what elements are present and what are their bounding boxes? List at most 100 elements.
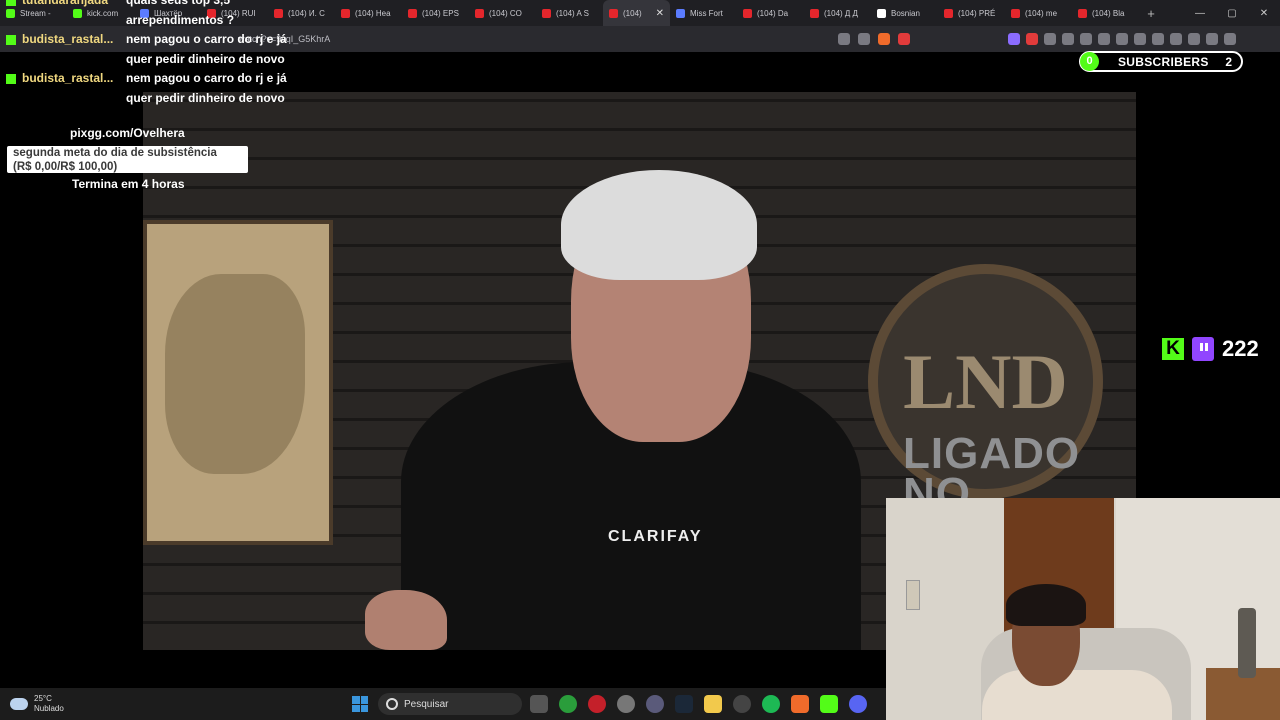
browser-tab[interactable]: (104) A S [536, 0, 603, 26]
chat-text: nem pagou o carro do rj e já quer pedir … [126, 32, 287, 66]
extension-icon[interactable] [1062, 33, 1074, 45]
minimize-button[interactable]: — [1184, 8, 1216, 19]
tab-title: (104) A S [556, 8, 589, 18]
speaker-hair [561, 170, 757, 280]
subscribers-dot: 0 [1080, 52, 1099, 71]
browser-tab[interactable]: (104) Д Д [804, 0, 871, 26]
youtube-icon [1011, 8, 1020, 18]
youtube-icon [609, 8, 618, 18]
window-close-button[interactable]: ✕ [1248, 8, 1280, 19]
opera-icon[interactable] [588, 695, 606, 713]
chat-message: tutandaranjada quais seus top 3,5 arrepe… [6, 0, 306, 30]
search-placeholder: Pesquisar [404, 698, 449, 710]
viewer-count-widget: K 222 [1162, 336, 1259, 362]
screenshot-icon[interactable] [1116, 33, 1128, 45]
share-icon[interactable] [858, 33, 870, 45]
menu-icon[interactable] [1224, 33, 1236, 45]
extension-icon[interactable] [1008, 33, 1020, 45]
weather-desc: Nublado [34, 704, 64, 713]
logo-monogram: LND [903, 337, 1068, 425]
chat-text: quais seus top 3,5 arrependimentos ? [126, 0, 235, 27]
new-tab-button[interactable]: + [1139, 6, 1163, 21]
generic-icon [676, 8, 685, 18]
browser-tab[interactable]: (104) Hea [335, 0, 402, 26]
streamer-torso [982, 670, 1172, 720]
chat-message: budista_rastal... nem pagou o carro do r… [6, 69, 306, 108]
tab-title: (104) me [1025, 8, 1058, 18]
search-icon [386, 698, 398, 710]
app-icon[interactable] [646, 695, 664, 713]
chat-overlay: tutandaranjada quais seus top 3,5 arrepe… [6, 0, 306, 108]
discord-icon[interactable] [849, 695, 867, 713]
browser-tab[interactable]: (104) CO [469, 0, 536, 26]
youtube-icon [408, 8, 417, 18]
subscribers-widget: 0 SUBSCRIBERS 2 [1079, 51, 1243, 72]
spotify-icon[interactable] [762, 695, 780, 713]
wallet-icon[interactable] [1170, 33, 1182, 45]
leo-ai-icon[interactable] [1188, 33, 1200, 45]
cloud-icon [10, 698, 28, 710]
brave-rewards-icon[interactable] [898, 33, 910, 45]
bottle [1238, 608, 1256, 678]
browser-tab[interactable]: (104) EPS [402, 0, 469, 26]
twitch-logo-icon [1192, 337, 1214, 361]
youtube-icon [944, 8, 953, 18]
kick-badge-icon [6, 0, 16, 6]
wall-map [143, 220, 333, 545]
brave-shields-icon[interactable] [878, 33, 890, 45]
weather-temp: 25°C [34, 694, 52, 703]
goal-ends-in: Termina em 4 horas [72, 177, 185, 191]
tab-title: (104) Hea [355, 8, 391, 18]
sidebar-icon[interactable] [1152, 33, 1164, 45]
tab-title: Miss Fort [690, 8, 723, 18]
streamer-hair [1006, 584, 1086, 626]
chrome-icon[interactable] [559, 695, 577, 713]
browser-tab[interactable]: (104) PRÉ [938, 0, 1005, 26]
windows-start-icon[interactable] [352, 696, 368, 712]
extension-icon[interactable] [1080, 33, 1092, 45]
weather-widget[interactable]: 25°C Nublado [10, 694, 64, 714]
tab-close-icon[interactable]: ✕ [656, 8, 664, 19]
youtube-icon [341, 8, 350, 18]
donation-link: pixgg.com/Ovelhera [70, 126, 185, 140]
youtube-icon [743, 8, 752, 18]
extension-icon[interactable] [1026, 33, 1038, 45]
webcam-feed [886, 498, 1280, 720]
app-icon[interactable] [733, 695, 751, 713]
extensions-puzzle-icon[interactable] [1098, 33, 1110, 45]
browser-tab[interactable]: Bosnian [871, 0, 938, 26]
tab-title: (104) Д Д [824, 8, 858, 18]
cast-icon[interactable] [838, 33, 850, 45]
chat-text: nem pagou o carro do rj e já quer pedir … [126, 71, 287, 105]
goal-box: segunda meta do dia de subsistência (R$ … [7, 146, 248, 173]
kick-badge-icon [6, 35, 16, 45]
steam-icon[interactable] [675, 695, 693, 713]
taskbar-apps [530, 695, 867, 713]
subscribers-label: SUBSCRIBERS [1118, 54, 1209, 69]
obs-icon[interactable] [617, 695, 635, 713]
tab-title: (104) [623, 8, 642, 18]
chat-username: budista_rastal... [22, 32, 114, 46]
browser-tab[interactable]: Miss Fort [670, 0, 737, 26]
goal-title: segunda meta do dia de subsistência [13, 147, 217, 159]
browser-tab[interactable]: (104) me [1005, 0, 1072, 26]
browser-tab[interactable]: (104) ✕ [603, 0, 670, 26]
maximize-button[interactable]: ▢ [1216, 8, 1248, 19]
tab-title: (104) Bla [1092, 8, 1125, 18]
kick-app-icon[interactable] [820, 695, 838, 713]
vpn-icon[interactable] [1206, 33, 1218, 45]
browser-tab[interactable]: (104) Da [737, 0, 804, 26]
media-icon[interactable] [1134, 33, 1146, 45]
wikipedia-icon [877, 8, 886, 18]
tab-title: (104) PRÉ [958, 8, 996, 18]
wall-outlet [906, 580, 920, 610]
subscribers-count: 2 [1225, 54, 1232, 69]
file-explorer-icon[interactable] [704, 695, 722, 713]
brave-icon[interactable] [791, 695, 809, 713]
browser-tab[interactable]: (104) Bla [1072, 0, 1139, 26]
task-view-icon[interactable] [530, 695, 548, 713]
youtube-icon [542, 8, 551, 18]
extension-icon[interactable] [1044, 33, 1056, 45]
taskbar-search[interactable]: Pesquisar [378, 693, 522, 715]
chat-username: budista_rastal... [22, 71, 114, 85]
